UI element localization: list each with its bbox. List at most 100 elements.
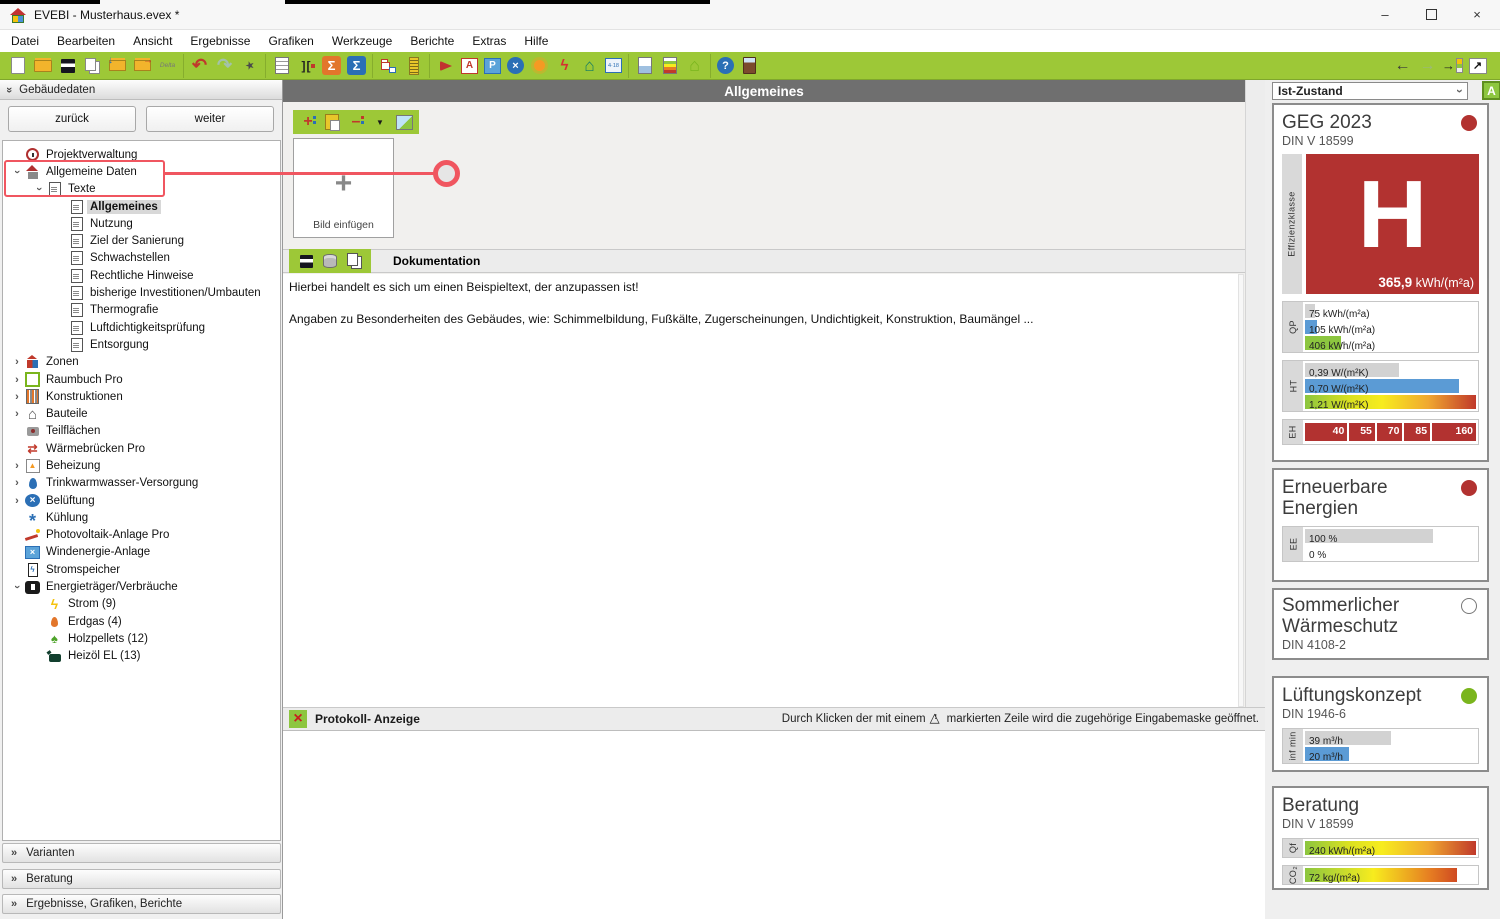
tree-item[interactable]: bisherige Investitionen/Umbauten [3,284,280,301]
menu-item[interactable]: Hilfe [515,32,557,50]
tree-item[interactable]: Luftdichtigkeitsprüfung [3,319,280,336]
energy-label-icon[interactable] [657,55,682,77]
tree-item[interactable]: ›Bauteile [3,405,280,422]
tree-item[interactable]: ›Beheizung [3,457,280,474]
collapsed-chevron-icon[interactable]: › [9,374,25,386]
tree-item[interactable]: Kühlung [3,509,280,526]
wizard-icon[interactable] [237,55,262,77]
tree-item[interactable]: Strom (9) [3,596,280,613]
menu-item[interactable]: Bearbeiten [48,32,124,50]
menu-item[interactable]: Datei [2,32,48,50]
tree-item[interactable]: Holzpellets (12) [3,630,280,647]
tree-item[interactable]: Schwachstellen [3,250,280,267]
back-button[interactable]: zurück [8,106,136,132]
ventilation-icon[interactable]: × [507,57,524,74]
documentation-text[interactable]: Hierbei handelt es sich um einen Beispie… [283,274,1238,707]
merge-values-icon[interactable]: ][ [294,55,319,77]
house-consult-icon[interactable] [577,55,602,77]
electricity-icon[interactable] [552,55,577,77]
menu-item[interactable]: Berichte [401,32,463,50]
sum-blue-icon[interactable]: Σ [347,56,366,75]
flowchart-icon[interactable] [376,55,401,77]
tree-item[interactable]: ›Trinkwarmwasser-Versorgung [3,475,280,492]
sidebar-panel-ergebnisse-grafiken-berichte[interactable]: »Ergebnisse, Grafiken, Berichte [2,894,281,914]
label-p-icon[interactable]: P [484,58,501,74]
undo-icon[interactable] [187,55,212,77]
collapsed-chevron-icon[interactable]: › [9,408,25,420]
forward-icon[interactable] [1415,55,1440,77]
copy-icon[interactable] [80,55,105,77]
tree-item[interactable]: Entsorgung [3,336,280,353]
tree-item[interactable]: ›Belüftung [3,492,280,509]
tree-item[interactable]: Allgemeines [3,198,280,215]
minimize-button[interactable]: – [1362,0,1408,30]
export-icon[interactable] [130,55,155,77]
materials-icon[interactable] [401,55,426,77]
help-icon[interactable]: ? [717,57,734,74]
paste-image-icon[interactable] [320,112,344,133]
image-placeholder[interactable]: + Bild einfügen [293,138,394,238]
next-button[interactable]: weiter [146,106,274,132]
collapsed-chevron-icon[interactable]: › [9,460,25,472]
tree-item[interactable]: Rechtliche Hinweise [3,267,280,284]
sum-orange-icon[interactable]: Σ [322,56,341,75]
save-file-icon[interactable] [55,55,80,77]
tree-item[interactable]: Photovoltaik-Anlage Pro [3,527,280,544]
marker-flag-icon[interactable] [433,55,458,77]
open-file-icon[interactable] [30,55,55,77]
add-image-icon[interactable] [296,112,320,133]
new-file-icon[interactable] [5,55,30,77]
menu-item[interactable]: Werkzeuge [323,32,401,50]
collapsed-chevron-icon[interactable]: › [9,477,25,489]
label-a-icon[interactable]: A [461,58,478,74]
tree-item[interactable]: Ziel der Sanierung [3,232,280,249]
splitter[interactable] [1245,80,1265,731]
export-image-icon[interactable] [392,112,416,133]
close-button[interactable]: × [1454,0,1500,30]
tree-item[interactable]: Teilflächen [3,423,280,440]
maximize-button[interactable] [1408,0,1454,30]
scrollbar[interactable] [1238,274,1244,707]
din-standard-icon[interactable]: 4·18 [605,58,622,73]
document-icon[interactable] [269,55,294,77]
tree-item[interactable]: Windenergie-Anlage [3,544,280,561]
protokoll-close-icon[interactable] [289,710,307,728]
collapsed-chevron-icon[interactable]: › [9,356,25,368]
remove-image-icon[interactable] [344,112,368,133]
sidebar-panel-varianten[interactable]: »Varianten [2,843,281,863]
tree-item[interactable]: Erdgas (4) [3,613,280,630]
dropdown-icon[interactable] [368,112,392,133]
menu-item[interactable]: Grafiken [259,32,322,50]
a-button[interactable]: A [1482,81,1500,100]
tree-item[interactable]: Thermografie [3,302,280,319]
expanded-chevron-icon[interactable]: › [9,581,25,593]
delta-icon[interactable]: Delta [155,55,180,77]
goto-icon[interactable] [1440,55,1465,77]
save-text-icon[interactable] [294,251,318,271]
tree-item[interactable]: Nutzung [3,215,280,232]
exit-icon[interactable] [737,55,762,77]
import-icon[interactable] [105,55,130,77]
house-graph-icon[interactable] [682,55,707,77]
collapsed-chevron-icon[interactable]: › [9,495,25,507]
database-text-icon[interactable] [318,251,342,271]
sidebar-header[interactable]: » Gebäudedaten [0,80,282,100]
diagram-icon[interactable] [1465,55,1490,77]
state-selector[interactable]: Ist-Zustand › [1272,82,1468,100]
collapsed-chevron-icon[interactable]: › [9,391,25,403]
redo-icon[interactable] [212,55,237,77]
tree-item[interactable]: ›Zonen [3,354,280,371]
menu-item[interactable]: Ergebnisse [181,32,259,50]
tree-item[interactable]: ›Energieträger/Verbräuche [3,578,280,595]
copy-text-icon[interactable] [342,251,366,271]
menu-item[interactable]: Ansicht [124,32,181,50]
back-icon[interactable] [1390,55,1415,77]
tree-item[interactable]: ›Konstruktionen [3,388,280,405]
sidebar-panel-beratung[interactable]: »Beratung [2,869,281,889]
tree-item[interactable]: Heizöl EL (13) [3,648,280,665]
tree-item[interactable]: Stromspeicher [3,561,280,578]
menu-item[interactable]: Extras [463,32,515,50]
sun-icon[interactable] [527,55,552,77]
tree-item[interactable]: Wärmebrücken Pro [3,440,280,457]
tree-item[interactable]: ›Raumbuch Pro [3,371,280,388]
